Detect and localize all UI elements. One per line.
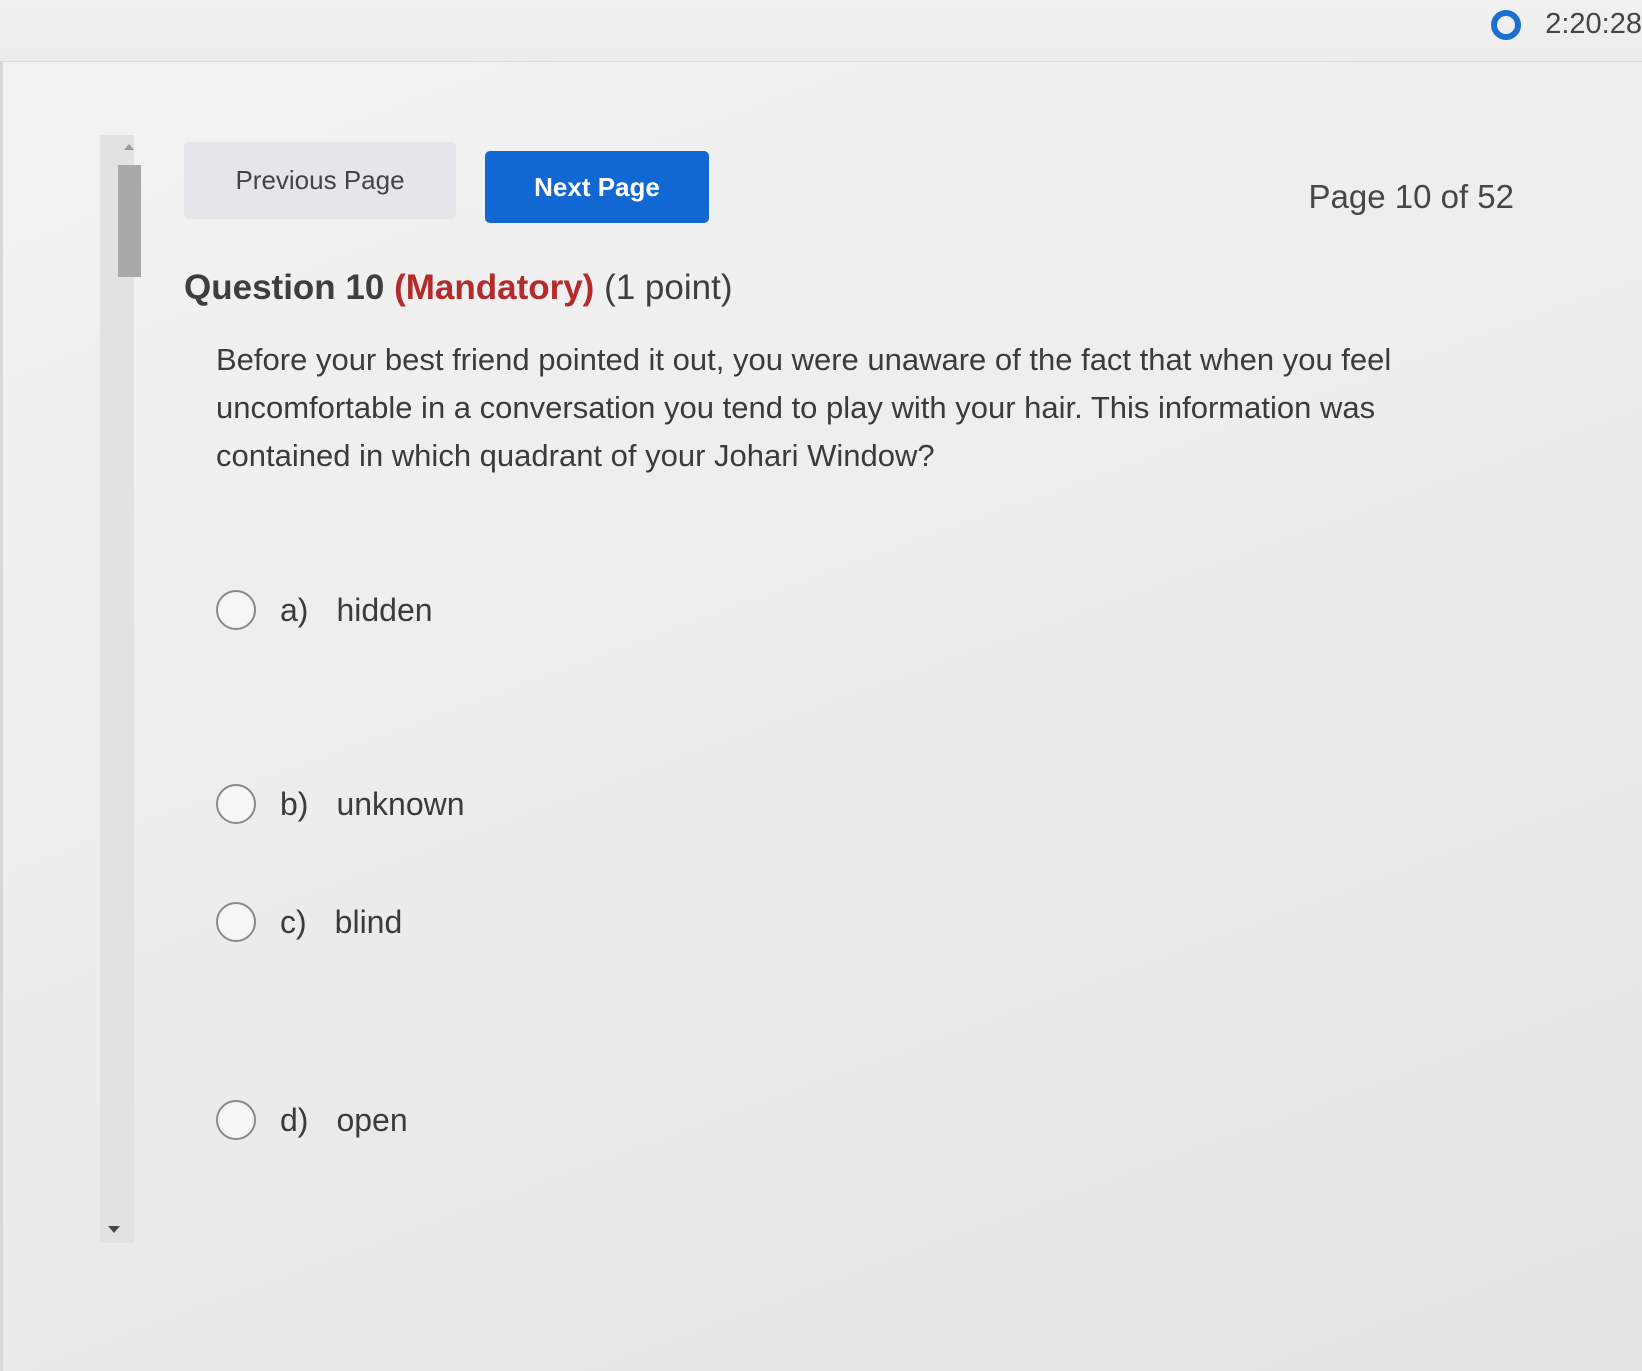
scrollbar-track[interactable] [100, 135, 134, 1243]
option-letter: a) [280, 591, 309, 628]
page-navigation: Previous Page Next Page Page 10 of 52 [184, 142, 1514, 223]
radio-button-icon[interactable] [216, 902, 256, 942]
previous-page-button[interactable]: Previous Page [184, 142, 456, 218]
window-left-edge [0, 0, 3, 1371]
option-label: unknown [336, 785, 465, 822]
answer-option-b[interactable]: b) unknown [216, 784, 1514, 824]
option-letter: b) [280, 785, 309, 822]
question-points: (1 point) [604, 268, 733, 307]
answer-option-c[interactable]: c) blind [216, 902, 1514, 942]
answer-option-d[interactable]: d) open [216, 1100, 1514, 1140]
question-title: Question 10 (Mandatory) (1 point) [184, 268, 1514, 308]
scroll-up-arrow-icon[interactable] [124, 144, 134, 150]
mandatory-label: (Mandatory) [394, 268, 595, 307]
scrollbar-thumb[interactable] [118, 165, 141, 277]
radio-button-icon[interactable] [216, 590, 256, 630]
radio-button-icon[interactable] [216, 1100, 256, 1140]
question-text: Before your best friend pointed it out, … [216, 342, 1392, 473]
timer: 2:20:28 [1491, 8, 1642, 41]
option-letter: d) [280, 1101, 309, 1138]
radio-button-icon[interactable] [216, 784, 256, 824]
question-number: Question 10 [184, 268, 385, 307]
timer-remaining: 2:20:28 [1545, 8, 1642, 40]
option-letter: c) [280, 903, 307, 940]
top-bar [0, 0, 1642, 62]
next-page-button[interactable]: Next Page [485, 151, 709, 223]
option-label: open [336, 1101, 408, 1138]
answer-option-a[interactable]: a) hidden [216, 590, 1514, 630]
option-label: blind [334, 903, 403, 940]
option-label: hidden [336, 591, 433, 628]
quiz-content: Previous Page Next Page Page 10 of 52 Qu… [184, 142, 1514, 1140]
timer-circle-icon [1491, 9, 1522, 40]
scroll-down-arrow-icon[interactable] [108, 1226, 120, 1233]
page-indicator: Page 10 of 52 [1308, 178, 1514, 215]
answer-options: a) hidden b) unknown c) blind d) open [216, 590, 1514, 1140]
